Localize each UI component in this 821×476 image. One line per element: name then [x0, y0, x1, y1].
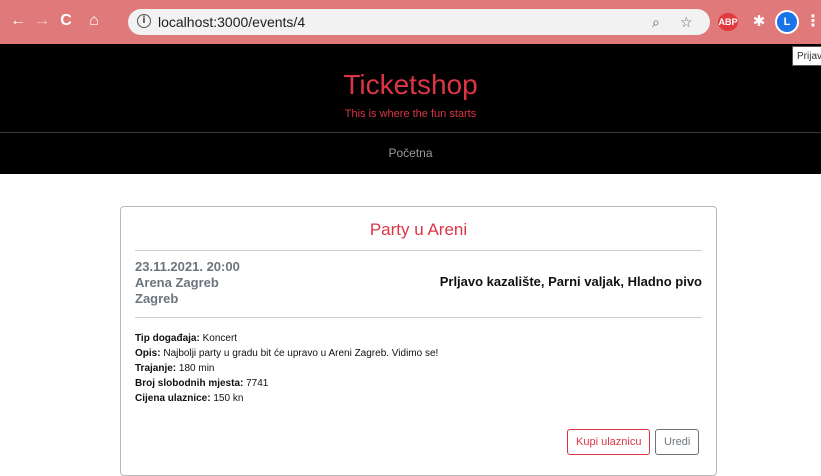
- detail-row-price: Cijena ulaznice: 150 kn: [135, 391, 438, 406]
- main-nav: Početna: [0, 132, 821, 174]
- event-performers: Prljavo kazalište, Parni valjak, Hladno …: [439, 274, 702, 289]
- address-bar[interactable]: i localhost:3000/events/4 ⌕ ☆: [128, 9, 710, 35]
- event-title: Party u Areni: [369, 220, 468, 239]
- detail-row-free-seats: Broj slobodnih mjesta: 7741: [135, 376, 438, 391]
- detail-value: Koncert: [202, 333, 238, 344]
- divider: [135, 250, 702, 251]
- divider: [135, 317, 702, 318]
- kebab-menu-icon[interactable]: ⋮: [805, 13, 821, 31]
- event-city: Zagreb: [135, 291, 179, 306]
- detail-label: Broj slobodnih mjesta:: [135, 378, 244, 389]
- event-details: Tip događaja: Koncert Opis: Najbolji par…: [135, 331, 438, 406]
- detail-value: Najbolji party u gradu bit će upravo u A…: [163, 348, 439, 359]
- detail-row-type: Tip događaja: Koncert: [135, 331, 438, 346]
- site-header: Ticketshop This is where the fun starts: [0, 44, 821, 132]
- profile-avatar[interactable]: L: [777, 12, 797, 32]
- event-card: Party u Areni 23.11.2021. 20:00 Arena Za…: [120, 206, 717, 476]
- detail-value: 7741: [246, 378, 269, 389]
- site-info-icon[interactable]: i: [137, 14, 151, 28]
- bookmark-star-icon[interactable]: ☆: [680, 12, 693, 32]
- edit-event-button[interactable]: Uredi: [655, 429, 700, 455]
- detail-value: 180 min: [178, 363, 215, 374]
- adblock-extension-icon[interactable]: ABP: [718, 13, 738, 31]
- profile-tooltip: Prijav: [792, 46, 821, 66]
- back-icon[interactable]: ←: [8, 11, 28, 31]
- detail-value: 150 kn: [213, 393, 244, 404]
- detail-row-duration: Trajanje: 180 min: [135, 361, 438, 376]
- detail-label: Tip događaja:: [135, 333, 200, 344]
- detail-label: Trajanje:: [135, 363, 177, 374]
- buy-ticket-button[interactable]: Kupi ulaznicu: [567, 429, 651, 455]
- browser-toolbar: ← → C ⌂ i localhost:3000/events/4 ⌕ ☆ AB…: [0, 0, 821, 44]
- home-icon[interactable]: ⌂: [84, 11, 104, 31]
- event-venue: Arena Zagreb: [135, 275, 219, 290]
- site-title[interactable]: Ticketshop: [0, 68, 821, 102]
- detail-label: Opis:: [135, 348, 161, 359]
- forward-icon[interactable]: →: [32, 11, 52, 31]
- site-subtitle: This is where the fun starts: [344, 108, 477, 120]
- nav-link-home[interactable]: Početna: [0, 145, 821, 161]
- reload-icon[interactable]: C: [56, 11, 76, 31]
- detail-label: Cijena ulaznice:: [135, 393, 211, 404]
- url-text[interactable]: localhost:3000/events/4: [158, 13, 305, 31]
- zoom-icon[interactable]: ⌕: [652, 12, 660, 32]
- extensions-puzzle-icon[interactable]: ✱: [750, 13, 768, 31]
- event-meta: 23.11.2021. 20:00 Arena Zagreb Zagreb: [135, 259, 240, 307]
- event-datetime: 23.11.2021. 20:00: [135, 259, 240, 274]
- detail-row-description: Opis: Najbolji party u gradu bit će upra…: [135, 346, 438, 361]
